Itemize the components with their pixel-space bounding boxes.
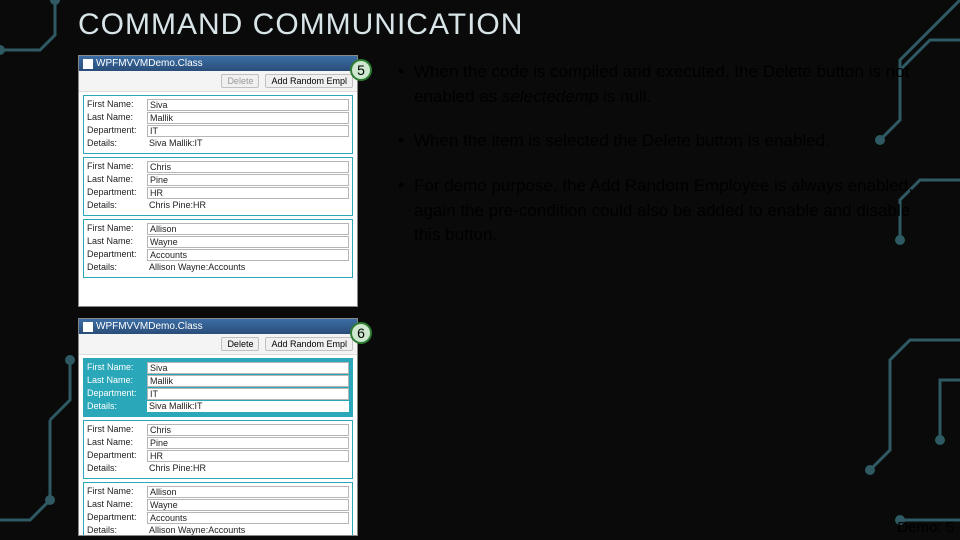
bullet-list: When the code is compiled and executed, …	[398, 60, 930, 268]
callout-marker-6: 6	[350, 322, 372, 344]
window-title: WPFMVVMDemo.Class	[96, 58, 203, 69]
field-label: Details:	[87, 401, 147, 412]
field-label: First Name:	[87, 486, 147, 498]
employee-card[interactable]: First Name:AllisonLast Name:WayneDepartm…	[83, 482, 353, 536]
field-value[interactable]: Wayne	[147, 499, 349, 511]
field-value[interactable]: Mallik	[147, 112, 349, 124]
field-value[interactable]: IT	[147, 388, 349, 400]
slide-title: COMMAND COMMUNICATION	[78, 8, 523, 42]
field-value[interactable]: Mallik	[147, 375, 349, 387]
employee-list: First Name:SivaLast Name:MallikDepartmen…	[79, 95, 357, 278]
field-value: Chris Pine:HR	[147, 200, 349, 211]
field-value[interactable]: Accounts	[147, 512, 349, 524]
field-label: Department:	[87, 249, 147, 261]
field-value: Chris Pine:HR	[147, 463, 349, 474]
field-label: Last Name:	[87, 437, 147, 449]
field-value: Allison Wayne:Accounts	[147, 525, 349, 536]
field-label: Details:	[87, 262, 147, 273]
employee-list: First Name:SivaLast Name:MallikDepartmen…	[79, 358, 357, 536]
window-titlebar: WPFMVVMDemo.Class	[79, 56, 357, 71]
field-label: Department:	[87, 388, 147, 400]
employee-card[interactable]: First Name:SivaLast Name:MallikDepartmen…	[83, 95, 353, 154]
slide-footer: Demo: 5	[897, 519, 954, 536]
field-label: Details:	[87, 138, 147, 149]
delete-button[interactable]: Delete	[221, 74, 259, 88]
field-label: Department:	[87, 512, 147, 524]
field-value[interactable]: Accounts	[147, 249, 349, 261]
app-icon	[83, 59, 93, 69]
bullet-item: When the code is compiled and executed, …	[398, 60, 930, 109]
field-value[interactable]: Pine	[147, 174, 349, 186]
employee-card[interactable]: First Name:AllisonLast Name:WayneDepartm…	[83, 219, 353, 278]
field-label: Last Name:	[87, 499, 147, 511]
field-value[interactable]: Chris	[147, 424, 349, 436]
field-label: First Name:	[87, 161, 147, 173]
window-toolbar: Delete Add Random Empl	[79, 334, 357, 355]
field-value[interactable]: Siva	[147, 99, 349, 111]
field-label: Last Name:	[87, 375, 147, 387]
field-value[interactable]: Chris	[147, 161, 349, 173]
window-titlebar: WPFMVVMDemo.Class	[79, 319, 357, 334]
callout-marker-5: 5	[350, 59, 372, 81]
field-label: Details:	[87, 200, 147, 211]
bullet-item: When the item is selected the Delete but…	[398, 129, 930, 154]
field-value: Siva Mallik:IT	[147, 401, 349, 412]
field-value: Siva Mallik:IT	[147, 138, 349, 149]
field-label: Last Name:	[87, 236, 147, 248]
add-random-button[interactable]: Add Random Empl	[265, 337, 353, 351]
field-label: First Name:	[87, 424, 147, 436]
app-window-5: WPFMVVMDemo.Class Delete Add Random Empl…	[78, 55, 358, 307]
app-icon	[83, 322, 93, 332]
delete-button[interactable]: Delete	[221, 337, 259, 351]
field-value[interactable]: Siva	[147, 362, 349, 374]
app-window-6: WPFMVVMDemo.Class Delete Add Random Empl…	[78, 318, 358, 536]
employee-card[interactable]: First Name:ChrisLast Name:PineDepartment…	[83, 420, 353, 479]
field-value[interactable]: Pine	[147, 437, 349, 449]
field-label: First Name:	[87, 99, 147, 111]
add-random-button[interactable]: Add Random Empl	[265, 74, 353, 88]
field-label: Details:	[87, 525, 147, 536]
field-label: Department:	[87, 450, 147, 462]
window-title: WPFMVVMDemo.Class	[96, 321, 203, 332]
employee-card[interactable]: First Name:SivaLast Name:MallikDepartmen…	[83, 358, 353, 417]
field-value[interactable]: HR	[147, 187, 349, 199]
field-label: Last Name:	[87, 112, 147, 124]
field-label: Last Name:	[87, 174, 147, 186]
employee-card[interactable]: First Name:ChrisLast Name:PineDepartment…	[83, 157, 353, 216]
bullet-item: For demo purpose, the Add Random Employe…	[398, 174, 930, 248]
field-value[interactable]: Allison	[147, 486, 349, 498]
field-value[interactable]: IT	[147, 125, 349, 137]
window-toolbar: Delete Add Random Empl	[79, 71, 357, 92]
field-value[interactable]: HR	[147, 450, 349, 462]
field-value: Allison Wayne:Accounts	[147, 262, 349, 273]
field-label: First Name:	[87, 362, 147, 374]
field-label: Department:	[87, 125, 147, 137]
field-label: First Name:	[87, 223, 147, 235]
field-label: Department:	[87, 187, 147, 199]
field-value[interactable]: Wayne	[147, 236, 349, 248]
field-label: Details:	[87, 463, 147, 474]
field-value[interactable]: Allison	[147, 223, 349, 235]
